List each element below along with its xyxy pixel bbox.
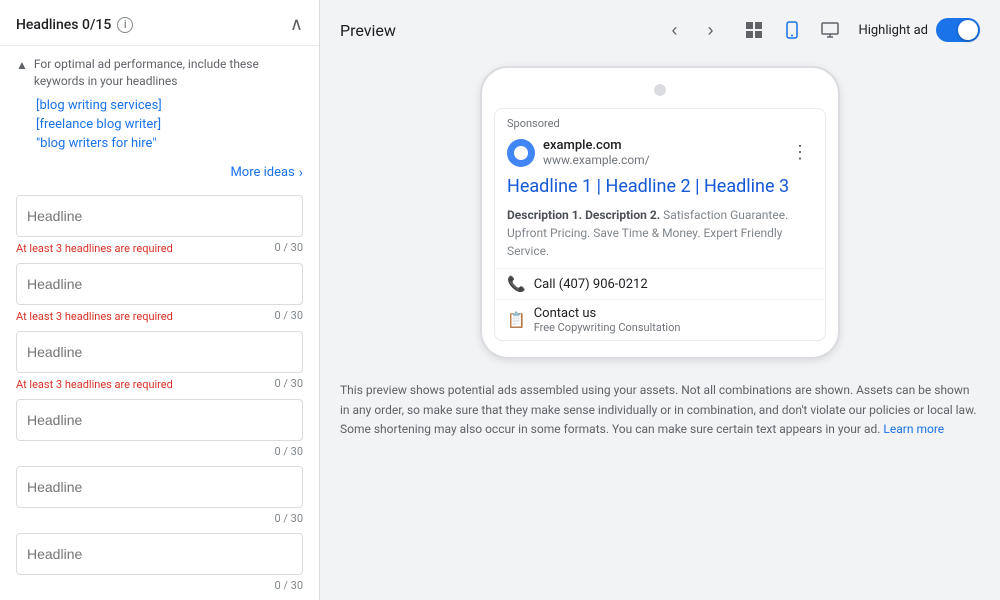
headline-count-4: 0 / 30 (274, 445, 303, 458)
ad-description: Description 1. Description 2. Satisfacti… (495, 206, 825, 268)
contact-subtext: Free Copywriting Consultation (534, 321, 681, 334)
grid-view-button[interactable] (738, 14, 770, 46)
right-panel: Preview ‹ › (320, 0, 1000, 600)
preview-title: Preview (340, 21, 396, 40)
keywords-toggle: ▲ For optimal ad performance, include th… (16, 56, 303, 90)
ad-more-button[interactable]: ⋮ (787, 138, 813, 167)
site-url: www.example.com/ (543, 153, 650, 167)
headline-count-5: 0 / 30 (274, 512, 303, 525)
headline-field-group-5: 0 / 30 (16, 466, 303, 525)
nav-controls: ‹ › (658, 14, 726, 46)
panel-header: Headlines 0/15 i ∧ (0, 0, 319, 46)
highlight-ad-toggle[interactable] (936, 18, 980, 42)
ad-site-info: example.com www.example.com/ (507, 138, 650, 167)
chevron-right-icon: › (299, 165, 303, 181)
contact-text-block: Contact us Free Copywriting Consultation (534, 306, 681, 334)
headline-field-footer-2: At least 3 headlines are required 0 / 30 (16, 307, 303, 323)
headline-count-3: 0 / 30 (274, 377, 303, 390)
ad-headline: Headline 1 | Headline 2 | Headline 3 (495, 173, 825, 206)
headline-error-1: At least 3 headlines are required (16, 242, 173, 255)
headline-count-6: 0 / 30 (274, 579, 303, 592)
headline-input-1[interactable] (16, 195, 303, 237)
headline-field-group-2: At least 3 headlines are required 0 / 30 (16, 263, 303, 323)
headline-error-3: At least 3 headlines are required (16, 378, 173, 391)
preview-disclaimer: This preview shows potential ads assembl… (320, 369, 1000, 451)
keyword-tag-2[interactable]: [freelance blog writer] (36, 117, 303, 132)
site-domain: example.com (543, 138, 650, 153)
headline-field-group-3: At least 3 headlines are required 0 / 30 (16, 331, 303, 391)
highlight-toggle: Highlight ad (858, 18, 980, 42)
ad-card: Sponsored example.com www.example.com/ ⋮… (494, 108, 826, 341)
headline-field-footer-6: 0 / 30 (16, 577, 303, 592)
headline-field-group-6: 0 / 30 (16, 533, 303, 592)
headline-field-footer-5: 0 / 30 (16, 510, 303, 525)
keyword-tag-3[interactable]: "blog writers for hire" (36, 136, 303, 151)
info-icon[interactable]: i (117, 17, 133, 33)
toggle-knob (958, 20, 978, 40)
phone-icon: 📞 (507, 275, 526, 293)
headline-count-1: 0 / 30 (274, 241, 303, 254)
headline-input-2[interactable] (16, 263, 303, 305)
desktop-view-button[interactable] (814, 14, 846, 46)
panel-title: Headlines 0/15 i (16, 17, 133, 33)
toggle-arrow-icon[interactable]: ▲ (16, 58, 28, 72)
left-panel: Headlines 0/15 i ∧ ▲ For optimal ad perf… (0, 0, 320, 600)
keywords-hint: For optimal ad performance, include thes… (34, 56, 303, 90)
headlines-count-label: Headlines 0/15 (16, 17, 111, 33)
call-text: Call (407) 906-0212 (534, 277, 648, 292)
headline-fields: At least 3 headlines are required0 / 30A… (0, 191, 319, 600)
ad-description-bold: Description 1. Description 2. (507, 208, 660, 222)
contact-icon: 📋 (507, 311, 526, 329)
headline-field-footer-4: 0 / 30 (16, 443, 303, 458)
headline-input-6[interactable] (16, 533, 303, 575)
mobile-view-button[interactable] (776, 14, 808, 46)
next-button[interactable]: › (694, 14, 726, 46)
phone-container: Sponsored example.com www.example.com/ ⋮… (320, 56, 1000, 369)
site-favicon (507, 139, 535, 167)
headline-error-2: At least 3 headlines are required (16, 310, 173, 323)
disclaimer-text: This preview shows potential ads assembl… (340, 383, 977, 435)
view-icons (738, 14, 846, 46)
preview-header: Preview ‹ › (320, 0, 1000, 56)
favicon-inner (514, 146, 528, 160)
site-text: example.com www.example.com/ (543, 138, 650, 167)
headline-input-5[interactable] (16, 466, 303, 508)
prev-button[interactable]: ‹ (658, 14, 690, 46)
headline-field-footer-1: At least 3 headlines are required 0 / 30 (16, 239, 303, 255)
ad-header: example.com www.example.com/ ⋮ (495, 134, 825, 173)
sponsored-label: Sponsored (495, 109, 825, 134)
headline-field-group-4: 0 / 30 (16, 399, 303, 458)
headline-count-2: 0 / 30 (274, 309, 303, 322)
more-ideas-link[interactable]: More ideas › (230, 165, 303, 181)
keywords-section: ▲ For optimal ad performance, include th… (0, 46, 319, 161)
phone-mockup: Sponsored example.com www.example.com/ ⋮… (480, 66, 840, 359)
headline-field-footer-3: At least 3 headlines are required 0 / 30 (16, 375, 303, 391)
keyword-tag-1[interactable]: [blog writing services] (36, 98, 303, 113)
ad-call-action: 📞 Call (407) 906-0212 (495, 268, 825, 299)
headline-input-4[interactable] (16, 399, 303, 441)
highlight-ad-label: Highlight ad (858, 23, 928, 38)
headline-field-group-1: At least 3 headlines are required 0 / 30 (16, 195, 303, 255)
ad-contact-action: 📋 Contact us Free Copywriting Consultati… (495, 299, 825, 340)
headline-input-3[interactable] (16, 331, 303, 373)
learn-more-link[interactable]: Learn more (883, 422, 944, 436)
phone-notch (654, 84, 666, 96)
more-ideas-row: More ideas › (0, 161, 319, 191)
more-ideas-label: More ideas (230, 165, 294, 180)
contact-text: Contact us (534, 306, 681, 321)
collapse-icon[interactable]: ∧ (290, 14, 303, 35)
